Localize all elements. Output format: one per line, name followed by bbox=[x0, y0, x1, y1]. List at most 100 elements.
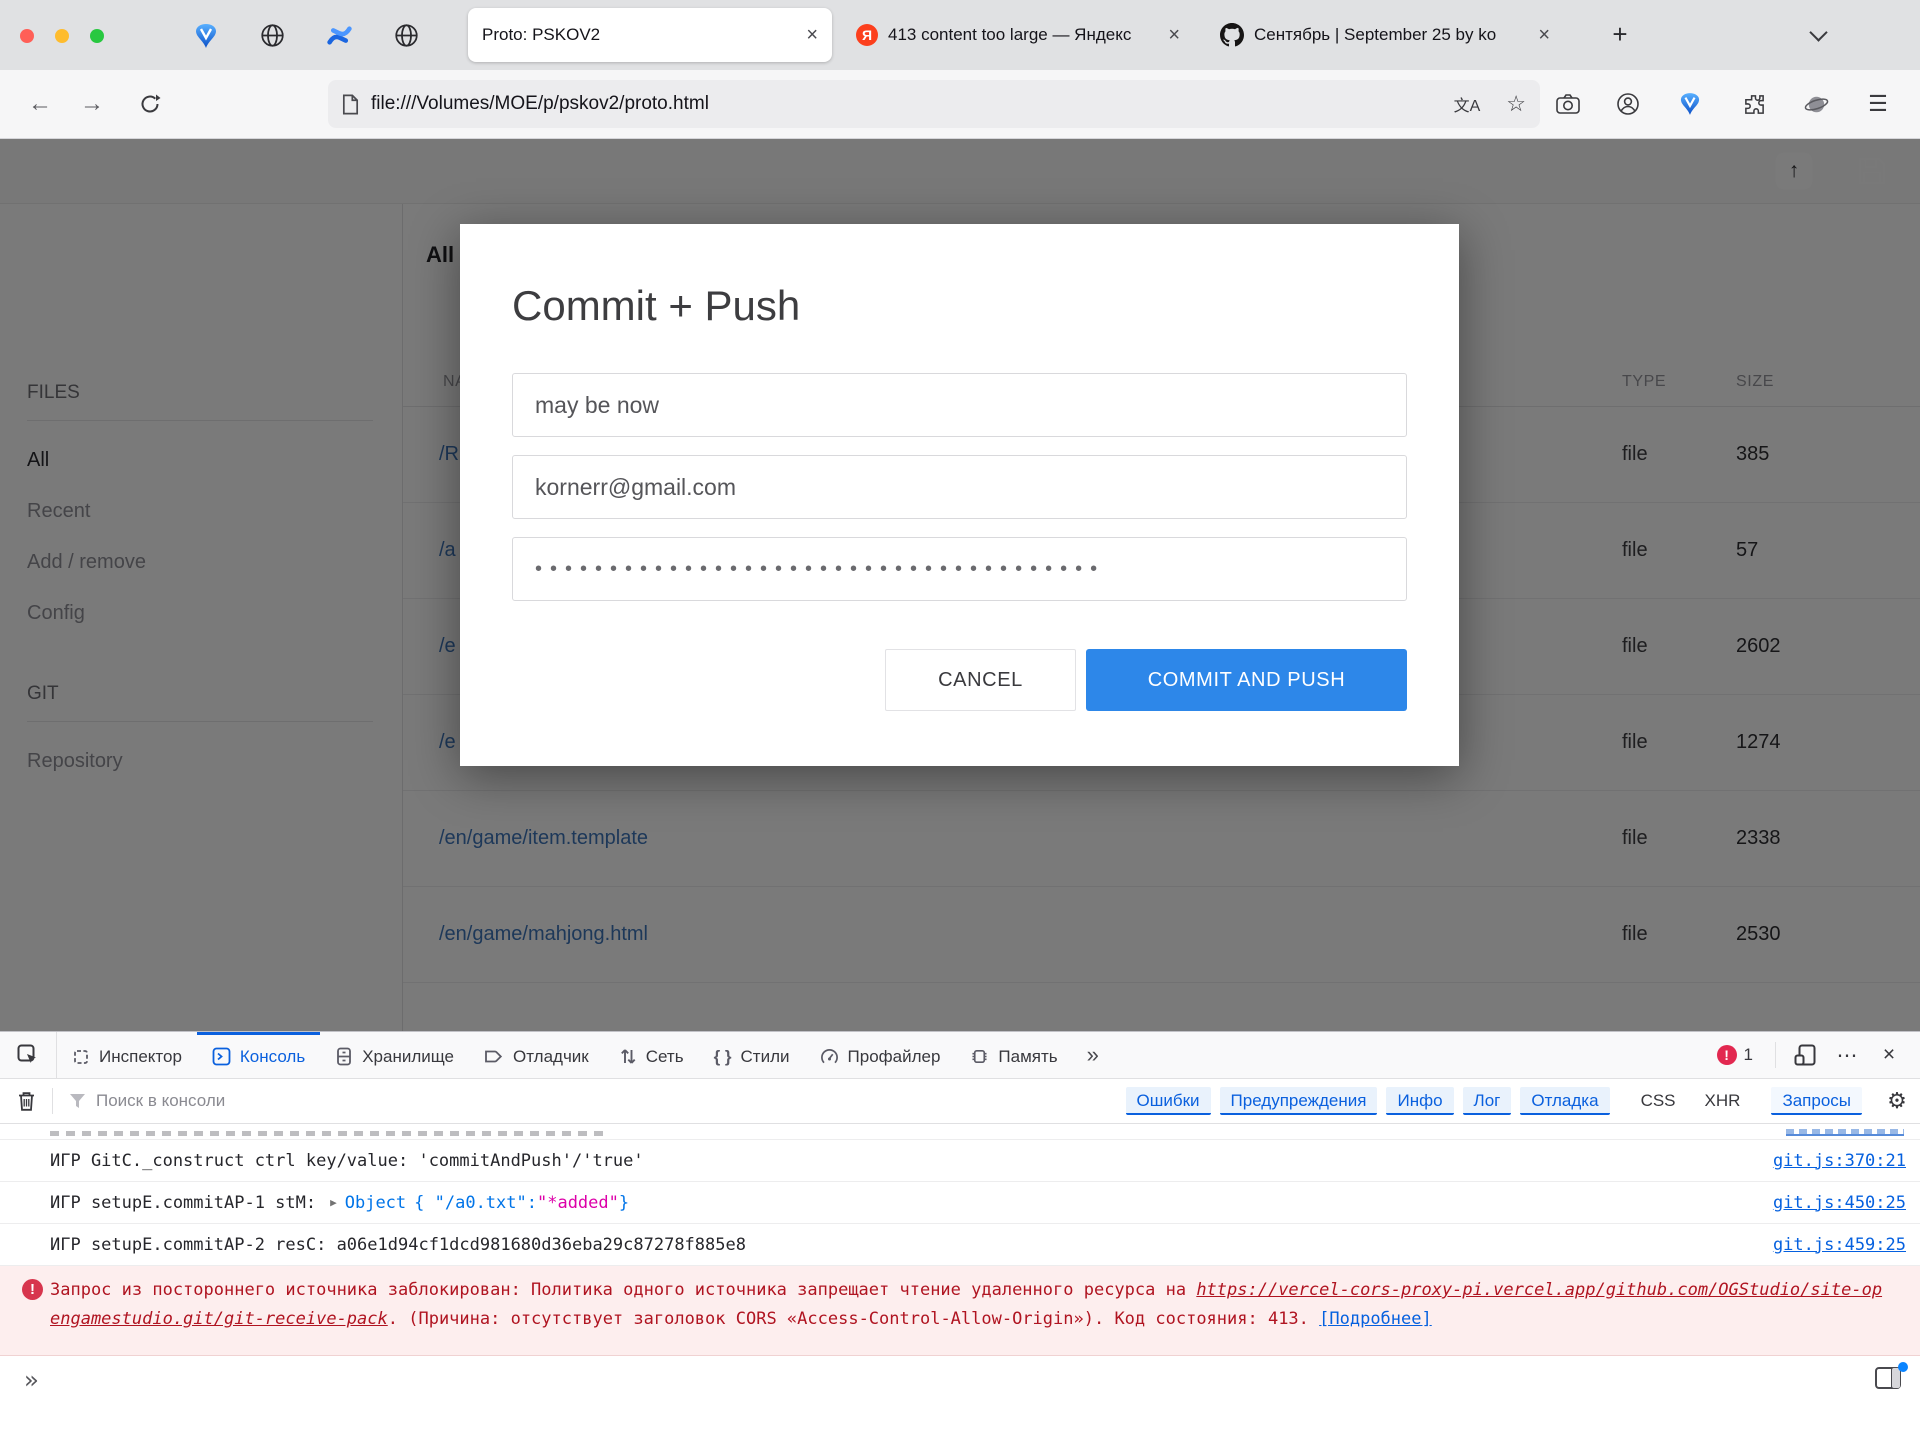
commit-and-push-button[interactable]: COMMIT AND PUSH bbox=[1086, 649, 1407, 711]
tab-label: Память bbox=[998, 1047, 1057, 1067]
tab-label: Отладчик bbox=[513, 1047, 589, 1067]
error-text: Запрос из постороннего источника заблоки… bbox=[50, 1280, 1196, 1300]
window-controls bbox=[20, 29, 104, 43]
tab-label: Сеть bbox=[646, 1047, 684, 1067]
tab-list-chevron-icon[interactable] bbox=[1800, 22, 1836, 48]
source-link[interactable]: git.js:370:21 bbox=[1773, 1151, 1906, 1171]
new-tab-button[interactable]: + bbox=[1600, 14, 1640, 54]
github-icon bbox=[1220, 23, 1244, 47]
filter-funnel-icon bbox=[69, 1093, 86, 1109]
object-expander-icon[interactable]: ▶ bbox=[330, 1196, 337, 1209]
error-count: 1 bbox=[1744, 1045, 1753, 1065]
tab-label: Инспектор bbox=[99, 1047, 182, 1067]
back-button[interactable]: ← bbox=[18, 84, 62, 124]
v-extension-icon[interactable] bbox=[1668, 84, 1712, 124]
console-icon bbox=[212, 1047, 231, 1066]
tab-console[interactable]: Консоль bbox=[197, 1032, 320, 1078]
pinned-tab-globe2-icon[interactable] bbox=[393, 22, 420, 49]
filter-css[interactable]: CSS bbox=[1641, 1091, 1676, 1111]
yandex-icon: Я bbox=[856, 24, 878, 46]
clear-console-trash-icon[interactable] bbox=[0, 1091, 52, 1112]
pinned-tab-confluence-icon[interactable] bbox=[326, 22, 353, 49]
commit-message-input[interactable]: may be now bbox=[512, 373, 1407, 437]
tab-inspector[interactable]: Инспектор bbox=[57, 1032, 197, 1078]
screenshot-camera-icon[interactable] bbox=[1546, 84, 1590, 124]
learn-more-link[interactable]: [Подробнее] bbox=[1319, 1309, 1432, 1329]
log-text: ИГР setupE.commitAP-2 resC: a06e1d94cf1d… bbox=[50, 1235, 746, 1255]
extensions-puzzle-icon[interactable] bbox=[1732, 84, 1776, 124]
tab-title: Proto: PSKOV2 bbox=[482, 25, 796, 45]
tab-proto-pskov2[interactable]: Proto: PSKOV2 × bbox=[468, 8, 832, 62]
more-options-icon[interactable]: ⋯ bbox=[1826, 1032, 1868, 1078]
source-link[interactable]: git.js:459:25 bbox=[1773, 1235, 1906, 1255]
devtools-tab-bar: Инспектор Консоль Хранилище Отладчик Сет… bbox=[0, 1032, 1920, 1079]
tab-storage[interactable]: Хранилище bbox=[320, 1032, 469, 1078]
filter-log[interactable]: Лог bbox=[1463, 1087, 1512, 1115]
window-close-button[interactable] bbox=[20, 29, 34, 43]
url-text: file:///Volumes/MOE/p/pskov2/proto.html bbox=[371, 93, 1428, 115]
responsive-design-icon[interactable] bbox=[1784, 1032, 1826, 1078]
tabs-overflow-chevrons[interactable]: » bbox=[1073, 1032, 1113, 1078]
forward-button[interactable]: → bbox=[70, 84, 114, 124]
console-input-row[interactable]: » bbox=[0, 1356, 1920, 1404]
tab-close-icon[interactable]: × bbox=[806, 25, 818, 45]
filter-xhr[interactable]: XHR bbox=[1705, 1091, 1741, 1111]
devtools-close-icon[interactable]: × bbox=[1868, 1032, 1910, 1078]
error-icon: ! bbox=[22, 1279, 43, 1300]
divider bbox=[52, 1088, 53, 1114]
window-zoom-button[interactable] bbox=[90, 29, 104, 43]
filter-requests[interactable]: Запросы bbox=[1771, 1087, 1862, 1115]
divider bbox=[1775, 1042, 1776, 1068]
tab-github-september[interactable]: Сентябрь | September 25 by ko × bbox=[1206, 8, 1564, 62]
email-field[interactable]: kornerr@gmail.com bbox=[512, 455, 1407, 519]
planet-vpn-icon[interactable] bbox=[1794, 84, 1838, 124]
bookmark-star-icon[interactable]: ☆ bbox=[1506, 91, 1526, 117]
devtools-panel: Инспектор Консоль Хранилище Отладчик Сет… bbox=[0, 1031, 1920, 1447]
browser-tab-strip: Proto: PSKOV2 × Я 413 content too large … bbox=[0, 0, 1920, 70]
object-open: { "/a0.txt": bbox=[414, 1193, 537, 1213]
filter-errors[interactable]: Ошибки bbox=[1126, 1087, 1211, 1115]
tab-close-icon[interactable]: × bbox=[1168, 25, 1180, 45]
console-prompt-icon: » bbox=[24, 1366, 34, 1394]
console-search[interactable]: Поиск в консоли bbox=[69, 1091, 1126, 1111]
object-close: } bbox=[619, 1193, 629, 1213]
tab-debugger[interactable]: Отладчик bbox=[469, 1032, 604, 1078]
console-row: ИГР setupE.commitAP-2 resC: a06e1d94cf1d… bbox=[0, 1224, 1920, 1266]
tab-label: Стили bbox=[741, 1047, 790, 1067]
filter-info[interactable]: Инфо bbox=[1386, 1087, 1453, 1115]
filter-debug[interactable]: Отладка bbox=[1520, 1087, 1609, 1115]
tab-yandex-413[interactable]: Я 413 content too large — Яндекс × bbox=[842, 8, 1194, 62]
window-minimize-button[interactable] bbox=[55, 29, 69, 43]
memory-chip-icon bbox=[970, 1047, 989, 1066]
account-icon[interactable] bbox=[1606, 84, 1650, 124]
page-icon bbox=[342, 94, 359, 115]
pinned-tab-v-logo-icon[interactable] bbox=[192, 22, 219, 49]
tab-profiler[interactable]: Профайлер bbox=[805, 1032, 956, 1078]
profiler-gauge-icon bbox=[820, 1047, 839, 1066]
filter-warnings[interactable]: Предупреждения bbox=[1220, 1087, 1378, 1115]
dialog-title: Commit + Push bbox=[512, 282, 1407, 330]
url-bar[interactable]: file:///Volumes/MOE/p/pskov2/proto.html … bbox=[328, 80, 1540, 128]
debugger-icon bbox=[484, 1048, 504, 1065]
object-keyword[interactable]: Object bbox=[345, 1193, 406, 1213]
source-link[interactable]: git.js:450:25 bbox=[1773, 1193, 1906, 1213]
console-settings-gear-icon[interactable]: ⚙ bbox=[1874, 1088, 1920, 1114]
tab-memory[interactable]: Память bbox=[955, 1032, 1072, 1078]
network-arrows-icon bbox=[619, 1047, 637, 1066]
log-text: ИГР setupE.commitAP-1 stM: bbox=[50, 1193, 316, 1213]
menu-hamburger-icon[interactable]: ☰ bbox=[1856, 84, 1900, 124]
password-field[interactable]: •••••••••••••••••••••••••••••••••••••• bbox=[512, 537, 1407, 601]
node-picker-icon[interactable] bbox=[0, 1032, 57, 1078]
tab-network[interactable]: Сеть bbox=[604, 1032, 699, 1078]
pinned-tab-globe-icon[interactable] bbox=[259, 22, 286, 49]
tab-close-icon[interactable]: × bbox=[1538, 25, 1550, 45]
tab-label: Консоль bbox=[240, 1047, 305, 1067]
error-count-badge-icon[interactable]: ! bbox=[1717, 1045, 1737, 1065]
translate-icon[interactable]: 文A bbox=[1454, 92, 1481, 116]
tab-styles[interactable]: { } Стили bbox=[699, 1032, 805, 1078]
console-error-row: ! Запрос из постороннего источника забло… bbox=[0, 1266, 1920, 1356]
tab-label: Хранилище bbox=[362, 1047, 454, 1067]
reload-button[interactable] bbox=[128, 84, 172, 124]
tab-label: Профайлер bbox=[848, 1047, 941, 1067]
cancel-button[interactable]: CANCEL bbox=[885, 649, 1076, 711]
